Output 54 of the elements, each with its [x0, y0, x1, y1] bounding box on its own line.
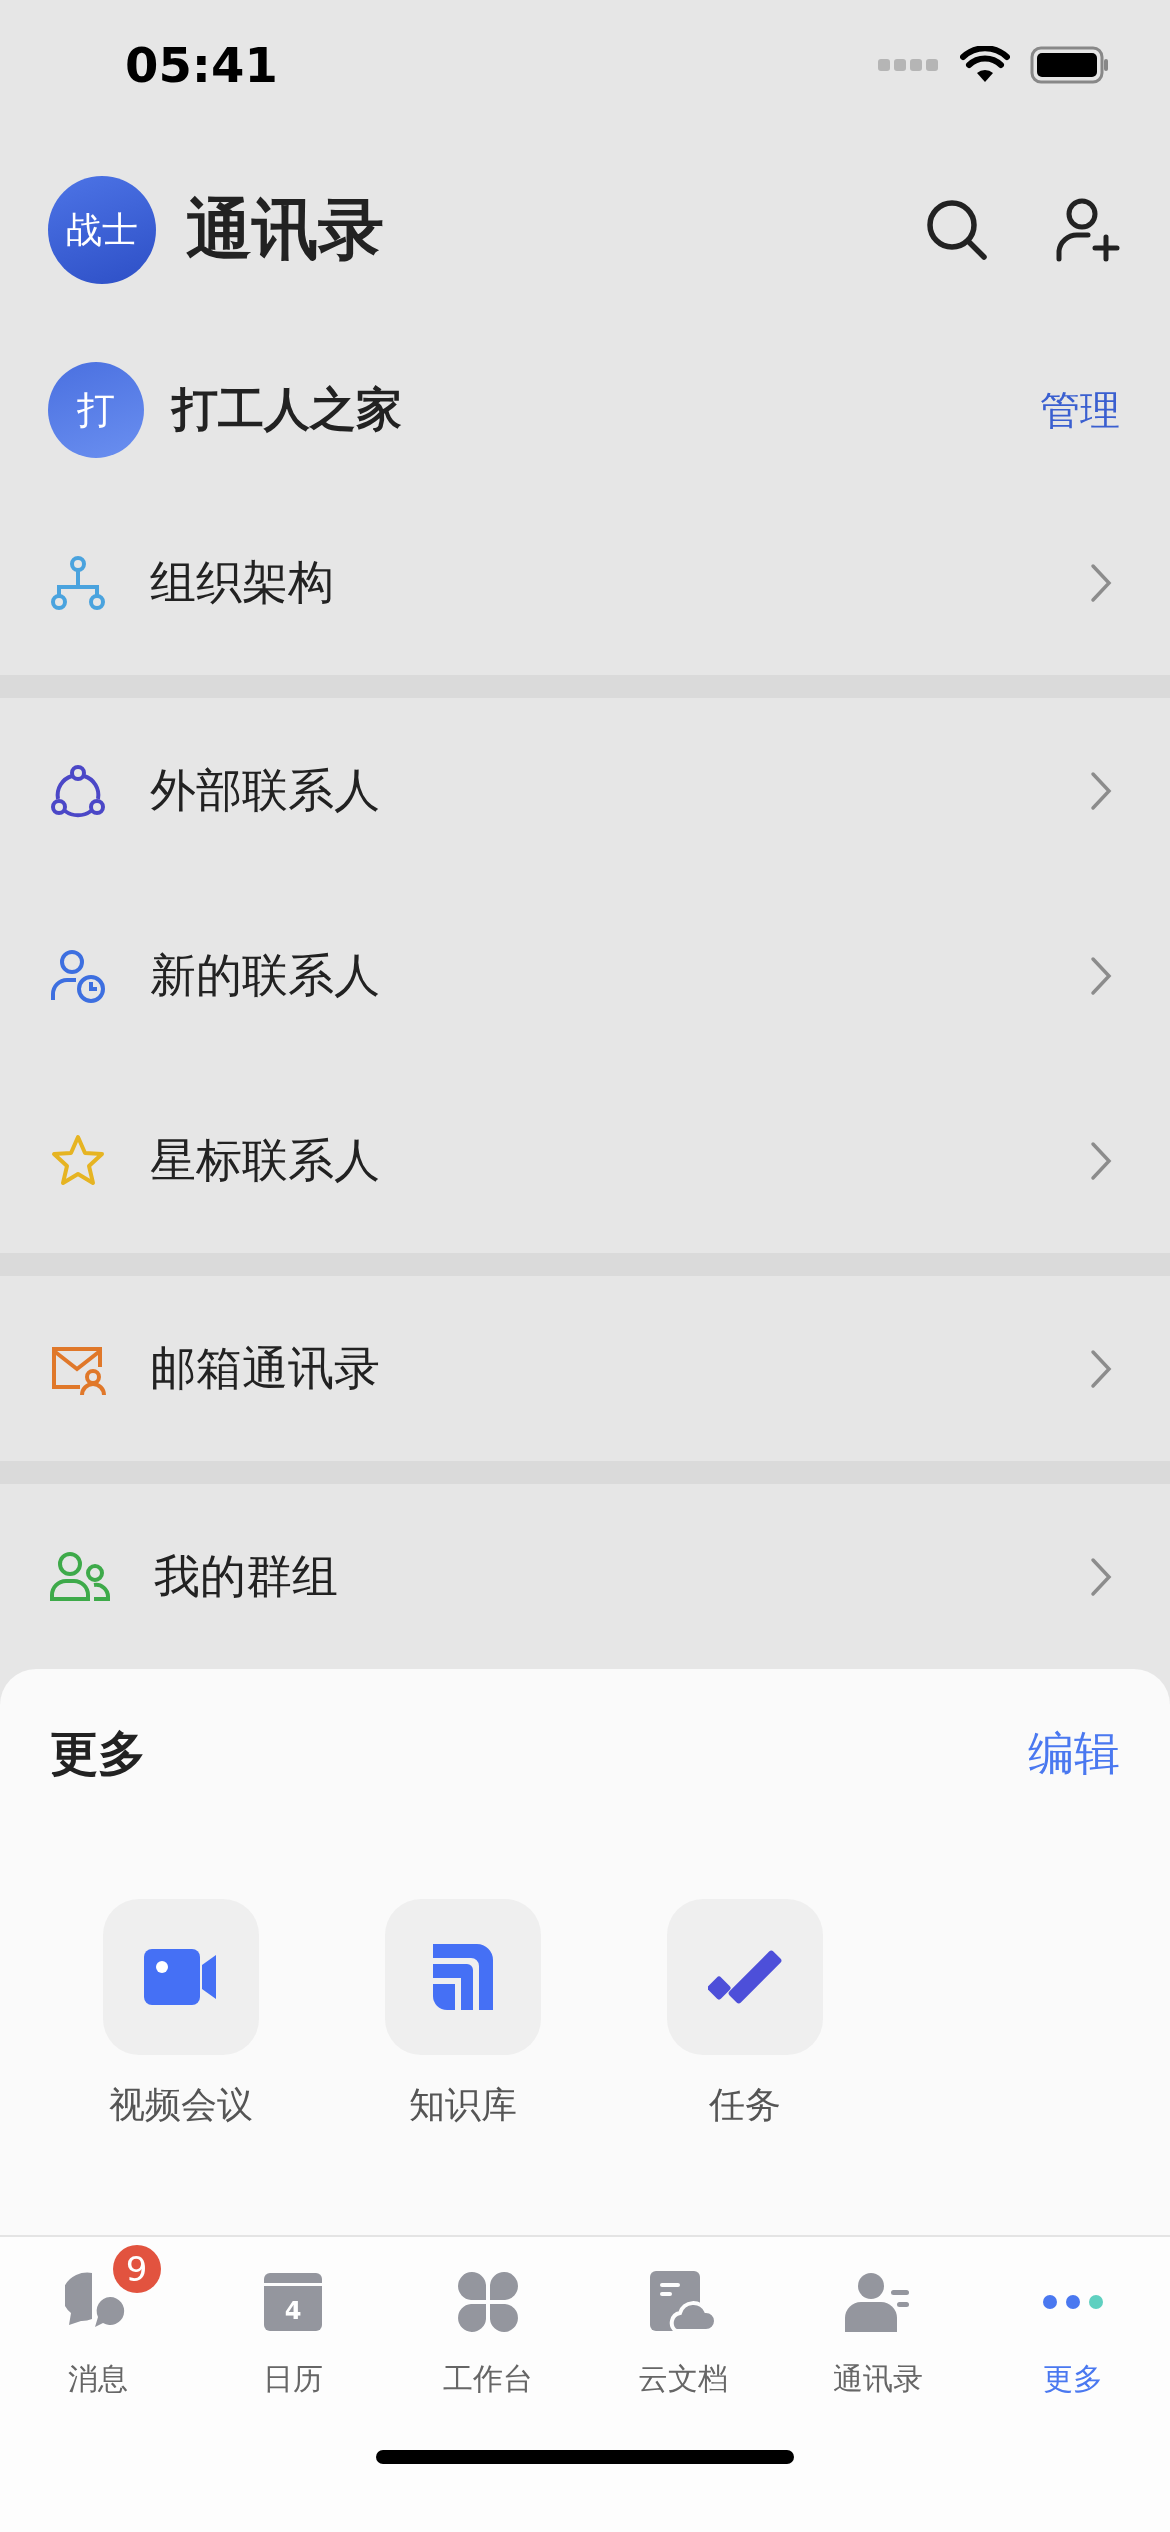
contact-icon	[844, 2272, 911, 2332]
person-clock-icon	[50, 947, 106, 1004]
tab-item[interactable]: 更多	[975, 2237, 1170, 2450]
chevron-icon	[1090, 770, 1112, 811]
app-label: 任务	[709, 2083, 781, 2127]
manage-link[interactable]: 管理	[1040, 382, 1120, 438]
user-avatar[interactable]: 战士	[48, 176, 156, 284]
tab-item[interactable]: 云文档	[585, 2237, 780, 2450]
chevron-icon	[1090, 955, 1112, 996]
tab-item[interactable]: 4 日历	[195, 2237, 390, 2450]
video-camera-icon	[144, 1949, 218, 2005]
tab-item[interactable]: 通讯录	[780, 2237, 975, 2450]
tab-item[interactable]: 9 消息	[0, 2237, 195, 2450]
search-icon[interactable]	[924, 197, 990, 263]
grid-icon	[456, 2271, 519, 2333]
row-label: 组织架构	[150, 553, 334, 611]
list-row[interactable]: 外部联系人	[0, 698, 1170, 883]
row-label: 邮箱通讯录	[150, 1339, 380, 1397]
row-label: 外部联系人	[150, 761, 380, 819]
list-row[interactable]: 新的联系人	[0, 883, 1170, 1068]
app-tile[interactable]	[385, 1899, 541, 2055]
add-contact-icon[interactable]	[1056, 197, 1120, 263]
org-avatar: 打	[48, 362, 144, 458]
edit-link[interactable]: 编辑	[1028, 1723, 1120, 1785]
chevron-icon	[1090, 1348, 1112, 1389]
row-label: 新的联系人	[150, 946, 380, 1004]
chevron-icon	[1090, 1556, 1112, 1597]
sheet-title: 更多	[50, 1724, 146, 1783]
cloud-document-icon	[649, 2271, 716, 2333]
app-tile[interactable]	[667, 1899, 823, 2055]
hierarchy-icon	[50, 554, 106, 611]
page-title: 通讯录	[186, 190, 384, 270]
status-time: 05:41	[125, 37, 278, 93]
chevron-icon	[1090, 1140, 1112, 1181]
calendar-day: 4	[284, 2297, 301, 2325]
more-dots-icon	[1041, 2294, 1104, 2310]
unread-badge: 9	[112, 2245, 161, 2293]
chevron-icon	[1090, 562, 1112, 603]
app-label: 知识库	[409, 2083, 517, 2127]
network-icon	[50, 762, 106, 819]
row-label: 我的群组	[154, 1547, 338, 1605]
app-label: 视频会议	[109, 2083, 253, 2127]
app-tile[interactable]	[103, 1899, 259, 2055]
signal-icon	[878, 57, 940, 73]
tab-item[interactable]: 工作台	[390, 2237, 585, 2450]
org-name: 打工人之家	[172, 381, 402, 438]
battery-icon	[1030, 46, 1110, 84]
list-row[interactable]: 组织架构	[0, 490, 1170, 675]
row-label: 星标联系人	[150, 1131, 380, 1189]
wifi-icon	[960, 46, 1010, 84]
list-row[interactable]: 星标联系人	[0, 1068, 1170, 1253]
book-stack-icon	[433, 1944, 493, 2010]
list-row[interactable]: 我的群组	[0, 1484, 1170, 1669]
list-row[interactable]: 邮箱通讯录	[0, 1276, 1170, 1461]
